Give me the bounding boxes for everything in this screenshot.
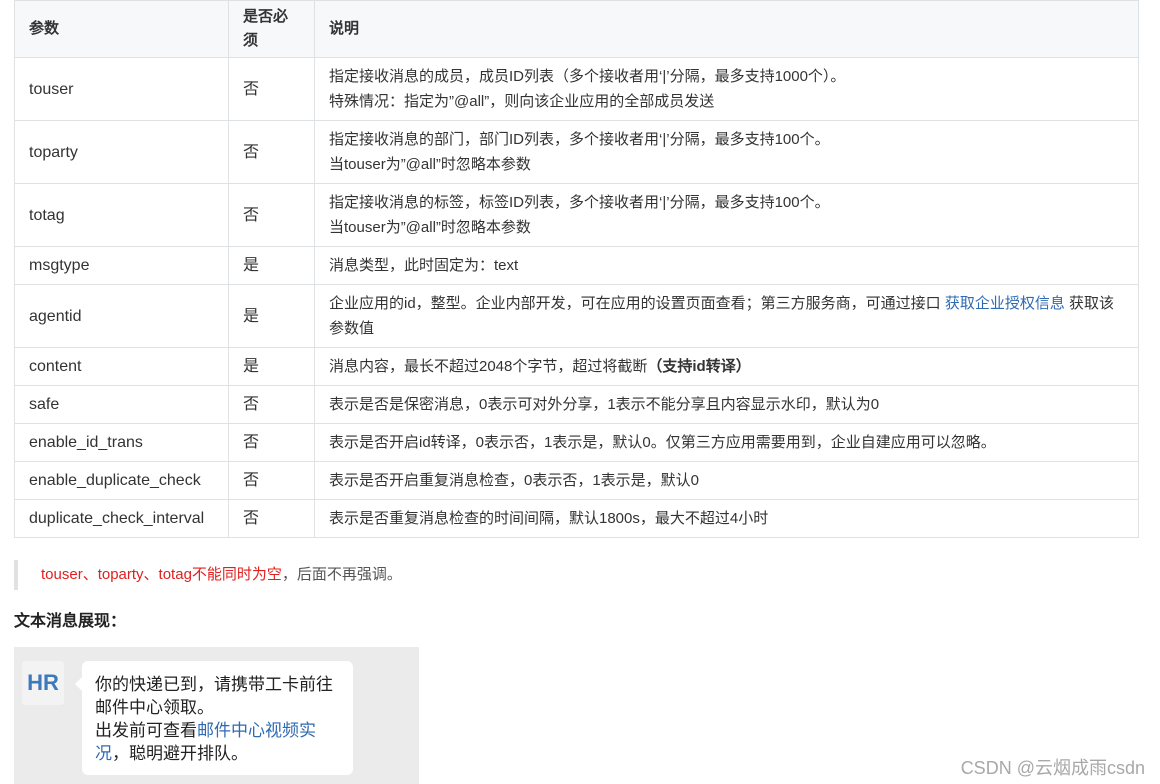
- description-line: 特殊情况：指定为”@all”，则向该企业应用的全部成员发送: [329, 93, 715, 110]
- param-name: content: [14, 347, 229, 386]
- message-preview: HR 你的快递已到，请携带工卡前往邮件中心领取。 出发前可查看邮件中心视频实况，…: [14, 647, 419, 784]
- param-name: agentid: [14, 284, 229, 348]
- description-text: 消息内容，最长不超过2048个字节，超过将截断: [329, 358, 648, 375]
- message-text: ，聪明避开排队。: [112, 744, 248, 763]
- param-description: 指定接收消息的成员，成员ID列表（多个接收者用‘|’分隔，最多支持1000个）。…: [314, 57, 1139, 121]
- header-required: 是否必须: [228, 0, 315, 58]
- param-required: 否: [228, 57, 315, 121]
- param-required: 是: [228, 347, 315, 386]
- table-row: toparty 否 指定接收消息的部门，部门ID列表，多个接收者用‘|’分隔，最…: [14, 120, 1139, 184]
- table-row: safe 否 表示是否是保密消息，0表示可对外分享，1表示不能分享且内容显示水印…: [14, 385, 1139, 424]
- param-required: 否: [228, 120, 315, 184]
- table-row: duplicate_check_interval 否 表示是否重复消息检查的时间…: [14, 499, 1139, 538]
- param-description: 表示是否重复消息检查的时间间隔，默认1800s，最大不超过4小时: [314, 499, 1139, 538]
- param-name: touser: [14, 57, 229, 121]
- table-header-row: 参数 是否必须 说明: [14, 0, 1139, 58]
- param-name: duplicate_check_interval: [14, 499, 229, 538]
- param-description: 表示是否开启重复消息检查，0表示否，1表示是，默认0: [314, 461, 1139, 500]
- param-name: safe: [14, 385, 229, 424]
- param-required: 否: [228, 183, 315, 247]
- message-text: 出发前可查看: [95, 721, 197, 740]
- table-row: enable_id_trans 否 表示是否开启id转译，0表示否，1表示是，默…: [14, 423, 1139, 462]
- description-line: 指定接收消息的部门，部门ID列表，多个接收者用‘|’分隔，最多支持100个。: [329, 131, 830, 148]
- description-line: 指定接收消息的标签，标签ID列表，多个接收者用‘|’分隔，最多支持100个。: [329, 194, 830, 211]
- param-name: enable_duplicate_check: [14, 461, 229, 500]
- param-required: 是: [228, 284, 315, 348]
- message-bubble: 你的快递已到，请携带工卡前往邮件中心领取。 出发前可查看邮件中心视频实况，聪明避…: [75, 661, 353, 775]
- param-description: 消息类型，此时固定为：text: [314, 246, 1139, 285]
- param-description: 表示是否开启id转译，0表示否，1表示是，默认0。仅第三方应用需要用到，企业自建…: [314, 423, 1139, 462]
- param-description: 表示是否是保密消息，0表示可对外分享，1表示不能分享且内容显示水印，默认为0: [314, 385, 1139, 424]
- param-required: 否: [228, 423, 315, 462]
- param-required: 否: [228, 385, 315, 424]
- table-row: touser 否 指定接收消息的成员，成员ID列表（多个接收者用‘|’分隔，最多…: [14, 57, 1139, 121]
- table-row: agentid 是 企业应用的id，整型。企业内部开发，可在应用的设置页面查看；…: [14, 284, 1139, 348]
- param-name: enable_id_trans: [14, 423, 229, 462]
- warning-text: touser、toparty、totag不能同时为空: [41, 566, 282, 583]
- param-required: 否: [228, 461, 315, 500]
- param-description: 企业应用的id，整型。企业内部开发，可在应用的设置页面查看；第三方服务商，可通过…: [314, 284, 1139, 348]
- section-heading: 文本消息展现：: [14, 613, 127, 630]
- param-description: 指定接收消息的部门，部门ID列表，多个接收者用‘|’分隔，最多支持100个。 当…: [314, 120, 1139, 184]
- header-description: 说明: [314, 0, 1139, 58]
- param-description: 消息内容，最长不超过2048个字节，超过将截断（支持id转译）: [314, 347, 1139, 386]
- param-name: totag: [14, 183, 229, 247]
- table-row: totag 否 指定接收消息的标签，标签ID列表，多个接收者用‘|’分隔，最多支…: [14, 183, 1139, 247]
- description-text: 企业应用的id，整型。企业内部开发，可在应用的设置页面查看；第三方服务商，可通过…: [329, 295, 945, 312]
- watermark: CSDN @云烟成雨csdn: [960, 758, 1145, 778]
- param-description: 指定接收消息的标签，标签ID列表，多个接收者用‘|’分隔，最多支持100个。 当…: [314, 183, 1139, 247]
- description-line: 当touser为”@all”时忽略本参数: [329, 156, 531, 173]
- table-row: content 是 消息内容，最长不超过2048个字节，超过将截断（支持id转译…: [14, 347, 1139, 386]
- description-line: 指定接收消息的成员，成员ID列表（多个接收者用‘|’分隔，最多支持1000个）。: [329, 68, 846, 85]
- header-param: 参数: [14, 0, 229, 58]
- description-line: 当touser为”@all”时忽略本参数: [329, 219, 531, 236]
- avatar: HR: [22, 661, 64, 705]
- param-name: toparty: [14, 120, 229, 184]
- warning-note: touser、toparty、totag不能同时为空，后面不再强调。: [14, 560, 402, 590]
- param-name: msgtype: [14, 246, 229, 285]
- param-required: 否: [228, 499, 315, 538]
- note-text: ，后面不再强调。: [281, 566, 402, 583]
- param-required: 是: [228, 246, 315, 285]
- auth-info-link[interactable]: 获取企业授权信息: [945, 295, 1065, 312]
- bold-note: （支持id转译）: [647, 358, 751, 375]
- message-text: 你的快递已到，请携带工卡前往邮件中心领取。: [95, 675, 333, 717]
- parameter-table: 参数 是否必须 说明 touser 否 指定接收消息的成员，成员ID列表（多个接…: [14, 0, 1139, 538]
- table-row: enable_duplicate_check 否 表示是否开启重复消息检查，0表…: [14, 461, 1139, 500]
- table-row: msgtype 是 消息类型，此时固定为：text: [14, 246, 1139, 285]
